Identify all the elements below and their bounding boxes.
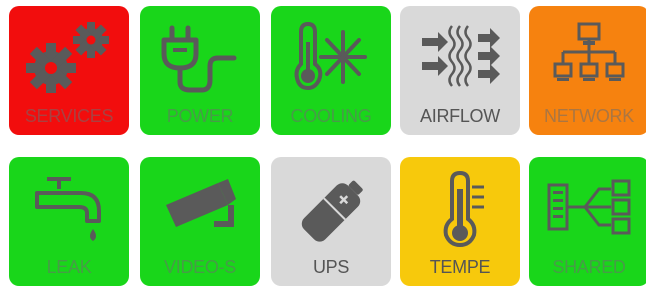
tile-label: NETWORK: [544, 106, 634, 126]
thermometer-icon: [400, 163, 520, 253]
tile-label: VIDEO-S: [164, 257, 236, 277]
tile-power[interactable]: POWER: [140, 6, 260, 135]
faucet-drop-icon: [9, 163, 129, 253]
tile-label: LEAK: [46, 257, 92, 277]
airflow-arrows-icon: [400, 12, 520, 102]
gears-icon: [9, 12, 129, 102]
power-plug-icon: [140, 12, 260, 102]
tile-shared[interactable]: SHARED: [529, 157, 646, 286]
tile-services[interactable]: SERVICES: [9, 6, 129, 135]
tile-label: COOLING: [290, 106, 372, 126]
tile-airflow[interactable]: AIRFLOW: [400, 6, 520, 135]
shared-servers-icon: [529, 163, 646, 253]
battery-icon: [271, 163, 391, 253]
tile-label: AIRFLOW: [420, 106, 500, 126]
tile-network[interactable]: NETWORK: [529, 6, 646, 135]
tile-temperature[interactable]: TEMPE: [400, 157, 520, 286]
tile-label: UPS: [312, 257, 350, 277]
tile-label: TEMPE: [429, 257, 491, 277]
tile-label: POWER: [166, 106, 234, 126]
tile-label: SERVICES: [24, 106, 114, 126]
thermometer-snowflake-icon: [271, 12, 391, 102]
tile-cooling[interactable]: COOLING: [271, 6, 391, 135]
tile-ups[interactable]: UPS: [271, 157, 391, 286]
tile-label: SHARED: [552, 257, 626, 277]
security-camera-icon: [140, 163, 260, 253]
tile-leak[interactable]: LEAK: [9, 157, 129, 286]
network-tree-icon: [529, 12, 646, 102]
tile-video-surveillance[interactable]: VIDEO-S: [140, 157, 260, 286]
